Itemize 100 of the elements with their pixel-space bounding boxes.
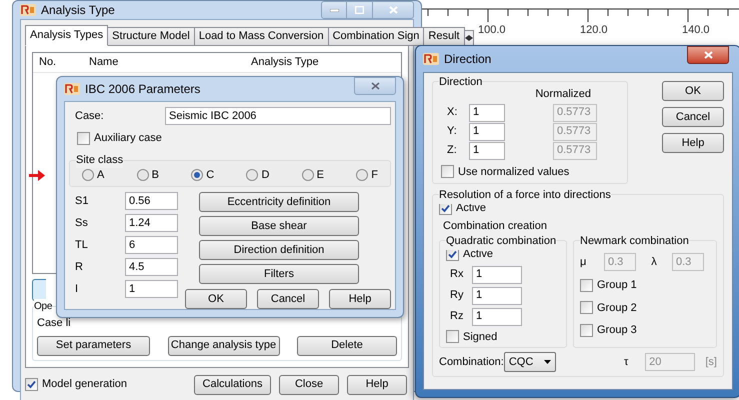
ruler-label: 100.0 bbox=[478, 23, 506, 38]
checkbox[interactable] bbox=[25, 378, 38, 391]
dialog-button[interactable]: Close bbox=[279, 374, 339, 394]
label: S1 bbox=[74, 194, 90, 209]
checkbox[interactable] bbox=[446, 330, 459, 344]
list-button[interactable] bbox=[32, 279, 46, 301]
label: Z: bbox=[446, 143, 458, 158]
radio-button[interactable] bbox=[302, 168, 314, 181]
close-icon bbox=[388, 6, 398, 14]
column-header[interactable]: Name bbox=[89, 54, 251, 71]
column-header[interactable]: Analysis Type bbox=[251, 54, 319, 71]
dialog-button[interactable]: Cancel bbox=[662, 107, 724, 127]
checkbox[interactable] bbox=[580, 301, 593, 314]
checkbox-label: Use normalized values bbox=[458, 164, 570, 180]
tab[interactable]: Structure Model bbox=[107, 27, 195, 46]
input-field[interactable]: 1 bbox=[469, 142, 505, 160]
radio-button[interactable] bbox=[356, 168, 368, 181]
right-arrow-icon bbox=[468, 35, 473, 41]
input-field[interactable]: Seismic IBC 2006 bbox=[165, 107, 391, 125]
app-logo-icon bbox=[423, 53, 439, 65]
tab[interactable]: Result bbox=[423, 27, 465, 46]
radio-label: A bbox=[97, 168, 104, 182]
tab[interactable]: Combination Sign bbox=[328, 27, 424, 46]
dialog-button[interactable]: OK bbox=[185, 289, 247, 309]
dialog-button[interactable]: Set parameters bbox=[37, 336, 150, 356]
unit-label: [s] bbox=[705, 354, 717, 370]
dialog-button[interactable]: Help bbox=[347, 374, 407, 394]
left-arrow-icon bbox=[464, 35, 469, 41]
input-field[interactable]: 1 bbox=[125, 280, 178, 298]
dialog-button[interactable]: Help bbox=[329, 289, 391, 309]
input-field[interactable]: 1 bbox=[472, 266, 522, 284]
label: λ bbox=[650, 254, 658, 270]
column-label: Normalized bbox=[535, 87, 591, 102]
label: I bbox=[74, 282, 80, 297]
label: R bbox=[74, 260, 84, 275]
input-field[interactable]: 6 bbox=[125, 236, 178, 254]
maximize-icon bbox=[355, 6, 364, 14]
combination-dropdown[interactable]: CQC bbox=[504, 352, 556, 372]
label: X: bbox=[446, 105, 458, 120]
label: Combination: bbox=[439, 354, 504, 370]
dialog-button[interactable]: OK bbox=[662, 81, 724, 101]
radio-label: C bbox=[206, 168, 214, 182]
app-logo-icon bbox=[20, 4, 36, 16]
case-list-label: Case li bbox=[37, 316, 72, 331]
dropdown-arrow-icon bbox=[544, 360, 552, 364]
group-label: Quadratic combination bbox=[446, 233, 556, 250]
checkbox[interactable] bbox=[580, 278, 593, 292]
group-label: Resolution of a force into directions bbox=[439, 187, 611, 204]
radio-button[interactable] bbox=[191, 168, 204, 181]
dialog-button[interactable]: Delete bbox=[297, 336, 397, 356]
minimize-button[interactable] bbox=[321, 1, 347, 19]
dialog-button[interactable]: Eccentricity definition bbox=[199, 192, 359, 212]
radio-button[interactable] bbox=[246, 168, 258, 181]
check-icon bbox=[441, 204, 450, 213]
close-button[interactable] bbox=[354, 77, 396, 95]
close-icon bbox=[704, 51, 712, 59]
checkbox[interactable] bbox=[441, 165, 454, 178]
label: Rz bbox=[449, 309, 464, 324]
input-field[interactable]: 1 bbox=[469, 104, 505, 122]
dialog-button[interactable]: Change analysis type bbox=[168, 336, 280, 356]
label: Y: bbox=[446, 124, 458, 140]
checkbox-label: Active bbox=[456, 201, 486, 216]
input-field[interactable]: 0.56 bbox=[125, 192, 178, 210]
dialog-button[interactable]: Base shear bbox=[199, 216, 359, 236]
input-field[interactable]: 4.5 bbox=[125, 258, 178, 276]
dialog-button[interactable]: Direction definition bbox=[199, 240, 359, 260]
label: Ry bbox=[449, 288, 464, 304]
tab[interactable]: Load to Mass Conversion bbox=[194, 27, 329, 46]
radio-label: F bbox=[371, 168, 378, 182]
close-button[interactable] bbox=[687, 46, 729, 64]
label: Case: bbox=[74, 108, 105, 124]
checkbox[interactable] bbox=[77, 132, 90, 145]
radio-label: E bbox=[316, 168, 324, 182]
radio-label: B bbox=[152, 168, 159, 182]
arrow-icon bbox=[29, 170, 45, 181]
tab[interactable]: Analysis Types bbox=[25, 25, 108, 46]
dialog-button[interactable]: Calculations bbox=[194, 374, 271, 394]
checkbox-label: Group 3 bbox=[597, 323, 637, 338]
column-header[interactable]: No. bbox=[33, 54, 89, 71]
input-field[interactable]: 1.24 bbox=[125, 214, 178, 232]
label: τ bbox=[624, 354, 630, 370]
dialog-button[interactable]: Cancel bbox=[257, 289, 319, 309]
radio-button[interactable] bbox=[82, 168, 94, 181]
label: μ bbox=[580, 254, 588, 270]
radio-button[interactable] bbox=[136, 168, 149, 181]
checkbox-label: Model generation bbox=[42, 377, 128, 392]
app-logo-icon bbox=[64, 83, 80, 95]
label: Ss bbox=[74, 216, 89, 231]
dialog-button[interactable]: Help bbox=[662, 133, 724, 153]
checkbox[interactable] bbox=[580, 324, 593, 337]
input-field[interactable]: 1 bbox=[472, 308, 522, 326]
label: TL bbox=[74, 238, 89, 253]
maximize-button[interactable] bbox=[347, 1, 372, 19]
label: Rx bbox=[449, 267, 464, 282]
ruler-label: 140.0 bbox=[682, 23, 710, 38]
dialog-button[interactable]: Filters bbox=[199, 264, 359, 284]
check-icon bbox=[448, 250, 457, 259]
input-field[interactable]: 1 bbox=[472, 286, 522, 304]
window-title: IBC 2006 Parameters bbox=[85, 81, 200, 98]
input-field[interactable]: 1 bbox=[469, 122, 505, 140]
